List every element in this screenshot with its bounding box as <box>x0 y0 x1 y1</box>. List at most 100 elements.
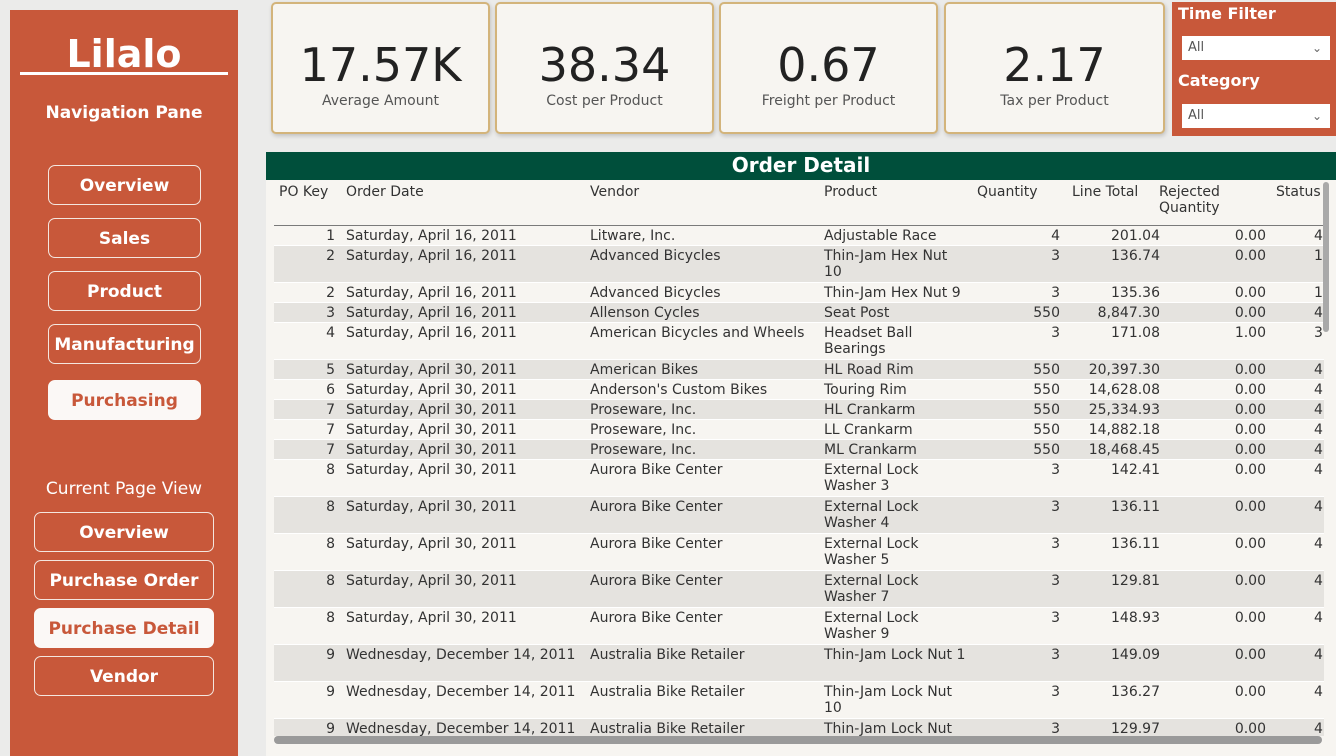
cell-product: Headset Ball Bearings <box>824 325 913 357</box>
table-row[interactable]: 4 Saturday, April 16, 2011 American Bicycl… <box>274 323 1324 360</box>
cell-vendor: Australia Bike Retailer <box>590 684 745 700</box>
table-row[interactable]: 2 Saturday, April 16, 2011 Advanced Bicycl… <box>274 246 1324 283</box>
category-filter-dropdown[interactable]: All ⌄ <box>1182 104 1330 128</box>
cell-qty: 550 <box>1033 422 1060 438</box>
view-button-purchase-order[interactable]: Purchase Order <box>34 560 214 600</box>
cell-qty: 3 <box>1051 536 1060 552</box>
cell-vendor: Advanced Bicycles <box>590 285 721 301</box>
table-row[interactable]: 7 Saturday, April 30, 2011 Proseware, Inc.… <box>274 440 1324 460</box>
cell-line: 136.27 <box>1111 684 1160 700</box>
cell-rej: 0.00 <box>1234 462 1266 478</box>
table-row[interactable]: 9 Wednesday, December 14, 2011 Australia B… <box>274 719 1324 736</box>
cell-product: Thin-Jam Hex Nut 9 <box>824 285 961 301</box>
cell-status: 4 <box>1314 499 1323 515</box>
view-button-vendor[interactable]: Vendor <box>34 656 214 696</box>
cell-qty: 3 <box>1051 647 1060 663</box>
table-row[interactable]: 8 Saturday, April 30, 2011 Aurora Bike Cen… <box>274 534 1324 571</box>
time-filter-dropdown[interactable]: All ⌄ <box>1182 36 1330 60</box>
table-row[interactable]: 8 Saturday, April 30, 2011 Aurora Bike Cen… <box>274 497 1324 534</box>
cell-rej: 0.00 <box>1234 721 1266 736</box>
table-row[interactable]: 5 Saturday, April 30, 2011 American Bikes H… <box>274 360 1324 380</box>
nav-button-purchasing[interactable]: Purchasing <box>48 380 201 420</box>
cell-vendor: Aurora Bike Center <box>590 499 723 515</box>
cell-line: 201.04 <box>1111 228 1160 244</box>
column-header-quantity[interactable]: Quantity <box>977 184 1038 200</box>
cell-line: 14,628.08 <box>1088 382 1160 398</box>
cell-qty: 3 <box>1051 610 1060 626</box>
cell-status: 4 <box>1314 382 1323 398</box>
cell-line: 20,397.30 <box>1088 362 1160 378</box>
cell-line: 18,468.45 <box>1088 442 1160 458</box>
cell-line: 129.81 <box>1111 573 1160 589</box>
cell-line: 136.11 <box>1111 536 1160 552</box>
table-row[interactable]: 8 Saturday, April 30, 2011 Aurora Bike Cen… <box>274 571 1324 608</box>
table-row[interactable]: 7 Saturday, April 30, 2011 Proseware, Inc.… <box>274 420 1324 440</box>
cell-product: HL Road Rim <box>824 362 914 378</box>
cell-date: Saturday, April 30, 2011 <box>346 499 517 515</box>
cell-po: 1 <box>326 228 335 244</box>
cell-vendor: Australia Bike Retailer <box>590 647 745 663</box>
cell-qty: 3 <box>1051 721 1060 736</box>
cell-line: 129.97 <box>1111 721 1160 736</box>
cell-vendor: Aurora Bike Center <box>590 462 723 478</box>
column-header-product[interactable]: Product <box>824 184 877 200</box>
cell-date: Saturday, April 16, 2011 <box>346 248 517 264</box>
column-header-status[interactable]: Status <box>1276 184 1321 200</box>
column-header-order-date[interactable]: Order Date <box>346 184 424 200</box>
column-header-po-key[interactable]: PO Key <box>279 184 328 200</box>
cell-rej: 0.00 <box>1234 442 1266 458</box>
cell-vendor: Australia Bike Retailer <box>590 721 745 736</box>
cell-line: 149.09 <box>1111 647 1160 663</box>
cell-po: 9 <box>326 684 335 700</box>
horizontal-scrollbar[interactable] <box>274 736 1322 744</box>
cell-product: Thin-Jam Lock Nut 1 <box>824 647 966 663</box>
nav-button-sales[interactable]: Sales <box>48 218 201 258</box>
cell-po: 8 <box>326 610 335 626</box>
table-row[interactable]: 6 Saturday, April 30, 2011 Anderson's Cust… <box>274 380 1324 400</box>
cell-qty: 550 <box>1033 382 1060 398</box>
cell-po: 9 <box>326 647 335 663</box>
view-button-overview[interactable]: Overview <box>34 512 214 552</box>
table-row[interactable]: 1 Saturday, April 16, 2011 Litware, Inc. Ad… <box>274 226 1324 246</box>
cell-line: 135.36 <box>1111 285 1160 301</box>
cell-date: Saturday, April 16, 2011 <box>346 305 517 321</box>
cell-line: 14,882.18 <box>1088 422 1160 438</box>
cell-line: 171.08 <box>1111 325 1160 341</box>
cell-product: Thin-Jam Lock Nut 10 <box>824 684 953 716</box>
vertical-scrollbar[interactable] <box>1323 182 1329 332</box>
cell-date: Saturday, April 30, 2011 <box>346 442 517 458</box>
view-button-purchase-detail[interactable]: Purchase Detail <box>34 608 214 648</box>
table-row[interactable]: 9 Wednesday, December 14, 2011 Australia B… <box>274 645 1324 682</box>
cell-rej: 0.00 <box>1234 228 1266 244</box>
cell-product: Seat Post <box>824 305 890 321</box>
column-header-line-total[interactable]: Line Total <box>1072 184 1138 200</box>
cell-product: Thin-Jam Lock Nut <box>824 721 953 736</box>
cell-rej: 0.00 <box>1234 536 1266 552</box>
cell-po: 2 <box>326 248 335 264</box>
cell-po: 4 <box>326 325 335 341</box>
table-row[interactable]: 7 Saturday, April 30, 2011 Proseware, Inc.… <box>274 400 1324 420</box>
cell-date: Wednesday, December 14, 2011 <box>346 647 576 663</box>
kpi-value: 38.34 <box>538 38 671 92</box>
nav-button-product[interactable]: Product <box>48 271 201 311</box>
cell-po: 7 <box>326 402 335 418</box>
table-row[interactable]: 8 Saturday, April 30, 2011 Aurora Bike Cen… <box>274 608 1324 645</box>
table-row[interactable]: 8 Saturday, April 30, 2011 Aurora Bike Cen… <box>274 460 1324 497</box>
cell-date: Saturday, April 30, 2011 <box>346 536 517 552</box>
time-filter-value: All <box>1188 40 1205 55</box>
cell-po: 8 <box>326 462 335 478</box>
nav-button-manufacturing[interactable]: Manufacturing <box>48 324 201 364</box>
nav-button-overview[interactable]: Overview <box>48 165 201 205</box>
table-row[interactable]: 2 Saturday, April 16, 2011 Advanced Bicycl… <box>274 283 1324 303</box>
table-row[interactable]: 9 Wednesday, December 14, 2011 Australia B… <box>274 682 1324 719</box>
column-header-rejected-quantity[interactable]: Rejected Quantity <box>1159 184 1239 216</box>
order-detail-table: Order Detail PO Key Order Date Vendor Pr… <box>266 152 1336 756</box>
cell-date: Saturday, April 16, 2011 <box>346 228 517 244</box>
cell-status: 4 <box>1314 573 1323 589</box>
kpi-card-tax-per-product: 2.17 Tax per Product <box>944 2 1165 134</box>
cell-status: 4 <box>1314 610 1323 626</box>
cell-rej: 0.00 <box>1234 610 1266 626</box>
table-row[interactable]: 3 Saturday, April 16, 2011 Allenson Cycles… <box>274 303 1324 323</box>
column-header-vendor[interactable]: Vendor <box>590 184 639 200</box>
kpi-label: Average Amount <box>322 93 439 109</box>
